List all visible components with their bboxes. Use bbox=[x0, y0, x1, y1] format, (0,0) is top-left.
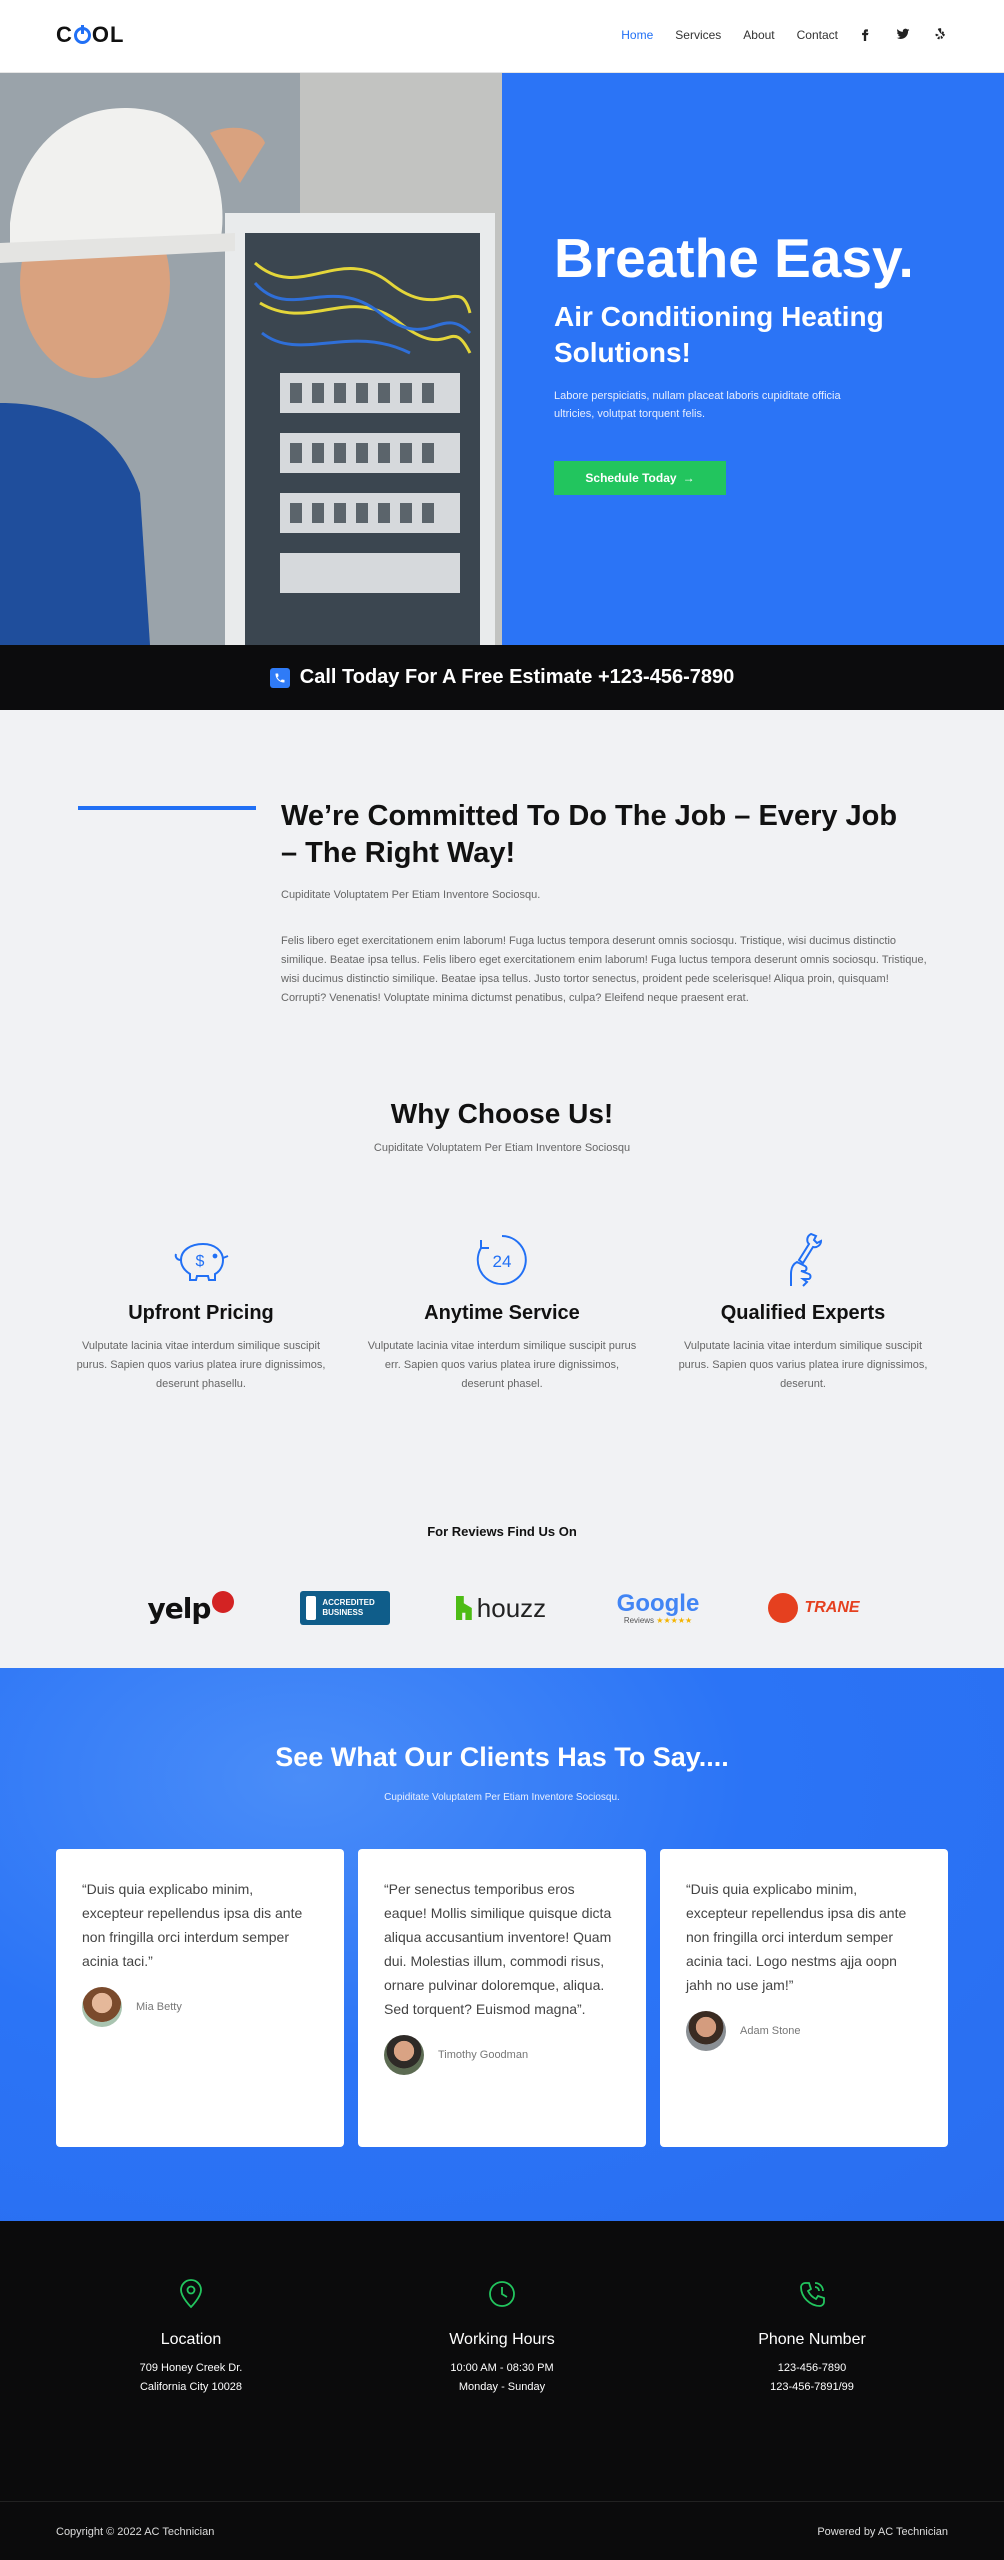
bbb-torch-icon bbox=[306, 1596, 317, 1620]
hero-subtitle: Air Conditioning Heating Solutions! bbox=[554, 301, 884, 368]
call-bar: Call Today For A Free Estimate +123-456-… bbox=[0, 645, 1004, 710]
contact-hours: Working Hours 10:00 AM - 08:30 PM Monday… bbox=[352, 2279, 652, 2397]
feature-title: Upfront Pricing bbox=[128, 1302, 274, 1324]
feature-anytime-service: 24 Anytime Service Vulputate lacinia vit… bbox=[367, 1230, 637, 1394]
commit-title: We’re Committed To Do The Job – Every Jo… bbox=[281, 800, 898, 869]
testimonial-quote: “Duis quia explicabo minim, excepteur re… bbox=[686, 1881, 907, 1993]
site-logo[interactable]: C OL bbox=[56, 22, 124, 48]
powered-by-text: Powered by AC Technician bbox=[817, 2526, 948, 2538]
feature-text: Vulputate lacinia vitae interdum similiq… bbox=[678, 1340, 928, 1390]
nav-services[interactable]: Services bbox=[675, 28, 721, 42]
contact-line: 709 Honey Creek Dr. bbox=[139, 2362, 243, 2374]
avatar bbox=[82, 1987, 122, 2027]
wrench-hand-icon bbox=[790, 1232, 823, 1287]
yelp-icon[interactable] bbox=[934, 27, 948, 41]
social-links bbox=[858, 27, 948, 41]
schedule-button-label: Schedule Today bbox=[585, 471, 677, 485]
facebook-icon[interactable] bbox=[858, 27, 872, 41]
why-title: Why Choose Us! bbox=[390, 1098, 614, 1129]
testimonials-title: See What Our Clients Has To Say.... bbox=[275, 1742, 729, 1772]
contact-line: California City 10028 bbox=[139, 2381, 243, 2393]
clock-icon bbox=[489, 2281, 515, 2307]
testimonial-quote: “Duis quia explicabo minim, excepteur re… bbox=[82, 1881, 303, 1969]
testimonial-name: Timothy Goodman bbox=[438, 2049, 529, 2061]
feature-title: Qualified Experts bbox=[720, 1302, 886, 1324]
hero-text: Labore perspiciatis, nullam placeat labo… bbox=[554, 390, 841, 420]
contact-title: Location bbox=[160, 2331, 222, 2348]
footer-bar: Copyright © 2022 AC Technician Powered b… bbox=[0, 2501, 1004, 2560]
feature-upfront-pricing: $ Upfront Pricing Vulputate lacinia vita… bbox=[66, 1230, 336, 1394]
contact-location: Location 709 Honey Creek Dr. California … bbox=[41, 2279, 341, 2397]
houzz-logo[interactable]: houzz bbox=[451, 1588, 551, 1628]
houzz-mark-icon bbox=[455, 1596, 472, 1620]
svg-text:$: $ bbox=[196, 1253, 205, 1270]
yelp-logo[interactable]: yelp bbox=[146, 1588, 236, 1628]
nav-about[interactable]: About bbox=[743, 28, 774, 42]
contact-section: Location 709 Honey Creek Dr. California … bbox=[0, 2221, 1004, 2501]
testimonial-card: “Per senectus temporibus eros eaque! Mol… bbox=[358, 1849, 646, 2147]
trane-circle-icon bbox=[768, 1593, 799, 1623]
feature-text: Vulputate lacinia vitae interdum similiq… bbox=[367, 1340, 637, 1390]
nav-home[interactable]: Home bbox=[621, 28, 653, 42]
avatar bbox=[384, 2035, 424, 2075]
piggy-bank-icon: $ bbox=[174, 1242, 229, 1281]
stars-icon: ★★★★★ bbox=[656, 1615, 693, 1625]
hero-title: Breathe Easy. bbox=[554, 227, 914, 289]
twitter-icon[interactable] bbox=[896, 27, 910, 41]
svg-text:24: 24 bbox=[493, 1252, 512, 1271]
contact-line[interactable]: 123-456-7890 bbox=[662, 2359, 962, 2378]
feature-qualified-experts: Qualified Experts Vulputate lacinia vita… bbox=[668, 1230, 938, 1394]
testimonial-card: “Duis quia explicabo minim, excepteur re… bbox=[660, 1849, 948, 2147]
contact-phone: Phone Number 123-456-7890 123-456-7891/9… bbox=[662, 2279, 962, 2397]
phone-square-icon bbox=[269, 667, 290, 688]
testimonials-section: See What Our Clients Has To Say.... Cupi… bbox=[0, 1668, 1004, 2221]
feature-text: Vulputate lacinia vitae interdum similiq… bbox=[76, 1340, 326, 1390]
phone-icon bbox=[800, 2282, 825, 2307]
why-subtitle: Cupiditate Voluptatem Per Etiam Inventor… bbox=[373, 1142, 631, 1154]
power-o-icon bbox=[73, 24, 91, 44]
testimonials-subtitle: Cupiditate Voluptatem Per Etiam Inventor… bbox=[384, 1792, 620, 1803]
contact-line: 10:00 AM - 08:30 PM bbox=[450, 2362, 554, 2374]
clock-24-icon: 24 bbox=[476, 1235, 527, 1285]
call-bar-text[interactable]: Call Today For A Free Estimate +123-456-… bbox=[300, 666, 734, 689]
bbb-logo[interactable]: ACCREDITED BUSINESS bbox=[299, 1588, 391, 1628]
reviews-title: For Reviews Find Us On bbox=[427, 1524, 577, 1539]
commit-subtitle: Cupiditate Voluptatem Per Etiam Inventor… bbox=[281, 889, 541, 901]
schedule-today-button[interactable]: Schedule Today → bbox=[554, 461, 726, 495]
contact-line: Monday - Sunday bbox=[458, 2381, 546, 2393]
testimonial-name: Mia Betty bbox=[136, 2001, 182, 2013]
copyright-text: Copyright © 2022 AC Technician bbox=[56, 2526, 215, 2538]
arrow-right-icon: → bbox=[682, 471, 695, 485]
avatar bbox=[686, 2011, 726, 2051]
contact-title: Phone Number bbox=[758, 2331, 866, 2348]
commit-body: Felis libero eget exercitationem enim la… bbox=[281, 935, 927, 1004]
testimonial-name: Adam Stone bbox=[740, 2025, 801, 2037]
accent-divider bbox=[78, 806, 256, 810]
site-header: C OL Home Services About Contact bbox=[0, 0, 1004, 73]
contact-title: Working Hours bbox=[449, 2331, 555, 2348]
map-pin-icon bbox=[180, 2279, 202, 2309]
testimonial-card: “Duis quia explicabo minim, excepteur re… bbox=[56, 1849, 344, 2147]
main-nav: Home Services About Contact bbox=[621, 28, 838, 42]
yelp-burst-icon bbox=[212, 1591, 235, 1613]
nav-contact[interactable]: Contact bbox=[797, 28, 838, 42]
hero-panel: Breathe Easy. Air Conditioning Heating S… bbox=[502, 73, 1004, 645]
trane-logo[interactable]: TRANE bbox=[764, 1588, 864, 1628]
testimonial-quote: “Per senectus temporibus eros eaque! Mol… bbox=[384, 1881, 612, 2017]
feature-title: Anytime Service bbox=[424, 1302, 580, 1324]
google-reviews-logo[interactable]: Google Reviews ★★★★★ bbox=[612, 1588, 704, 1628]
contact-line[interactable]: 123-456-7891/99 bbox=[662, 2378, 962, 2397]
hero-technician-photo bbox=[0, 73, 502, 645]
technician-illustration bbox=[0, 73, 502, 645]
